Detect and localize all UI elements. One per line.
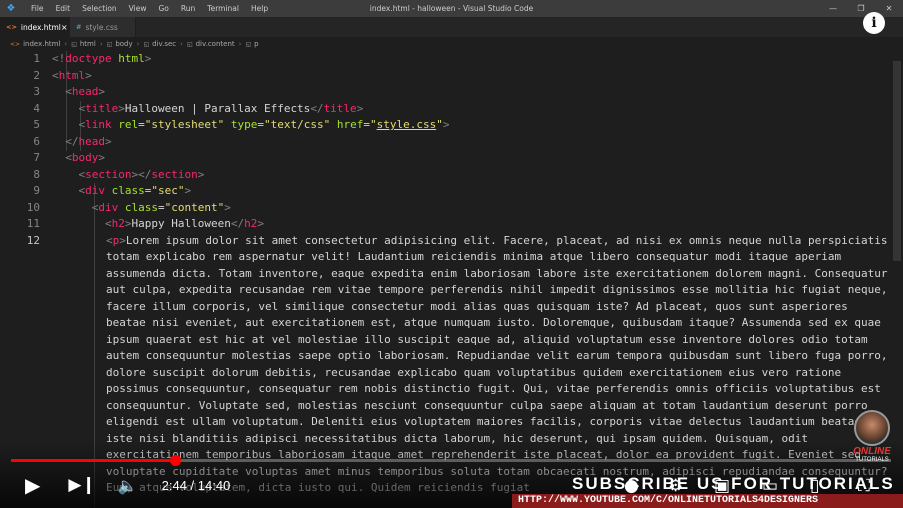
play-icon[interactable]: ▶	[25, 473, 40, 497]
vscode-logo-icon: ❖	[6, 2, 16, 14]
code-line-8: <section></section>	[78, 167, 205, 181]
chevron-right-icon: ›	[180, 40, 183, 48]
line-number: 6	[33, 134, 40, 148]
code-lines: <!doctype html> <html> <head> <title>Hal…	[52, 51, 892, 497]
code-line-4: <title>Halloween | Parallax Effects</tit…	[78, 101, 364, 115]
breadcrumb-item[interactable]: ◱ body	[107, 40, 133, 48]
info-icon[interactable]: i	[863, 12, 885, 34]
code-line-2: <html>	[52, 68, 92, 82]
element-icon: ◱	[143, 40, 150, 48]
chevron-right-icon: ›	[64, 40, 68, 48]
channel-avatar	[854, 410, 890, 446]
miniplayer-icon[interactable]: ▣	[714, 476, 730, 496]
line-number: 5	[33, 118, 40, 131]
code-line-7: <body>	[65, 151, 105, 164]
line-number: 8	[33, 167, 40, 181]
code-line-6: </head>	[65, 134, 112, 148]
menu-edit[interactable]: Edit	[50, 4, 77, 13]
channel-url-banner: HTTP://WWW.YOUTUBE.COM/C/ONLINETUTORIALS…	[512, 494, 903, 508]
code-line-10: <div class="content">	[91, 200, 231, 214]
breadcrumb: <> index.html › ◱ html › ◱ body › ◱ div.sec …	[0, 37, 903, 51]
code-line-5: <link rel="stylesheet" type="text/css" h…	[78, 118, 450, 131]
theater-mode-icon[interactable]: ▭	[762, 476, 778, 496]
scrollbar-thumb[interactable]	[893, 61, 901, 261]
html-file-icon: <>	[6, 23, 17, 31]
line-number: 4	[33, 101, 40, 115]
volume-icon[interactable]: 🔈	[118, 476, 138, 495]
progress-scrubber[interactable]	[169, 455, 181, 466]
breadcrumb-item[interactable]: ◱ div.content	[187, 40, 235, 48]
menu-terminal[interactable]: Terminal	[201, 4, 245, 13]
video-progress-bar[interactable]	[11, 455, 891, 466]
element-icon: ◱	[106, 40, 113, 48]
logo-text-tutorials: TUTORIALS	[855, 457, 889, 463]
line-number: 2	[33, 68, 40, 82]
breadcrumb-item[interactable]: ◱ div.sec	[143, 40, 176, 48]
code-line-1: <!doctype html>	[52, 52, 152, 65]
settings-icon[interactable]: ⚙	[668, 476, 683, 496]
menu-selection[interactable]: Selection	[76, 4, 123, 13]
window-controls: — ❐ ✕	[819, 0, 903, 17]
code-line-3: <head>	[65, 85, 105, 98]
cast-icon[interactable]: ▯	[810, 476, 819, 496]
channel-logo: ONLINE TUTORIALS	[848, 410, 896, 466]
minimize-icon[interactable]: —	[819, 0, 847, 17]
tab-index-html[interactable]: <> index.html ×	[0, 17, 70, 37]
next-icon[interactable]: ▶❙	[68, 475, 95, 495]
fullscreen-icon[interactable]: ⛶	[858, 476, 870, 496]
chevron-right-icon: ›	[238, 40, 242, 48]
progress-played	[11, 459, 175, 462]
title-bar: ❖ File Edit Selection View Go Run Termin…	[0, 0, 903, 17]
menu-bar: File Edit Selection View Go Run Terminal…	[25, 4, 274, 13]
tab-label: style.css	[85, 22, 118, 32]
element-icon: ◱	[245, 40, 252, 48]
tab-bar: <> index.html × # style.css	[0, 17, 903, 37]
breadcrumb-item[interactable]: ◱ p	[245, 40, 258, 48]
stylesheet-link[interactable]: style.css	[377, 118, 437, 131]
line-number: 9	[33, 184, 40, 197]
code-line-11: <h2>Happy Halloween</h2>	[104, 217, 264, 230]
line-number: 11	[26, 217, 40, 230]
line-number: 12	[26, 233, 40, 247]
tab-style-css[interactable]: # style.css	[70, 17, 136, 37]
menu-file[interactable]: File	[25, 4, 50, 13]
html-file-icon: <>	[10, 40, 21, 48]
breadcrumb-item[interactable]: ◱ html	[71, 40, 96, 48]
menu-run[interactable]: Run	[175, 4, 201, 13]
menu-go[interactable]: Go	[152, 4, 174, 13]
menu-view[interactable]: View	[123, 4, 153, 13]
close-tab-icon[interactable]: ×	[61, 23, 68, 32]
logo-text-online: ONLINE	[853, 446, 891, 457]
code-line-9: <div class="sec">	[78, 184, 192, 197]
chevron-right-icon: ›	[99, 40, 103, 48]
chevron-right-icon: ›	[136, 40, 140, 48]
line-number: 1	[33, 52, 40, 65]
line-number-gutter: 1 2 3 4 5 6 7 8 9 10 11 12	[0, 51, 40, 249]
breadcrumb-item[interactable]: <> index.html	[10, 40, 60, 48]
tab-label: index.html	[20, 22, 61, 32]
element-icon: ◱	[186, 40, 193, 48]
autoplay-toggle-icon[interactable]: ●	[624, 476, 639, 496]
line-number: 10	[26, 200, 40, 214]
css-file-icon: #	[76, 23, 82, 31]
line-number: 3	[33, 85, 40, 98]
element-icon: ◱	[71, 40, 77, 48]
video-time: 2:44 / 14:40	[161, 477, 231, 493]
line-number: 7	[33, 151, 40, 164]
menu-help[interactable]: Help	[245, 4, 274, 13]
